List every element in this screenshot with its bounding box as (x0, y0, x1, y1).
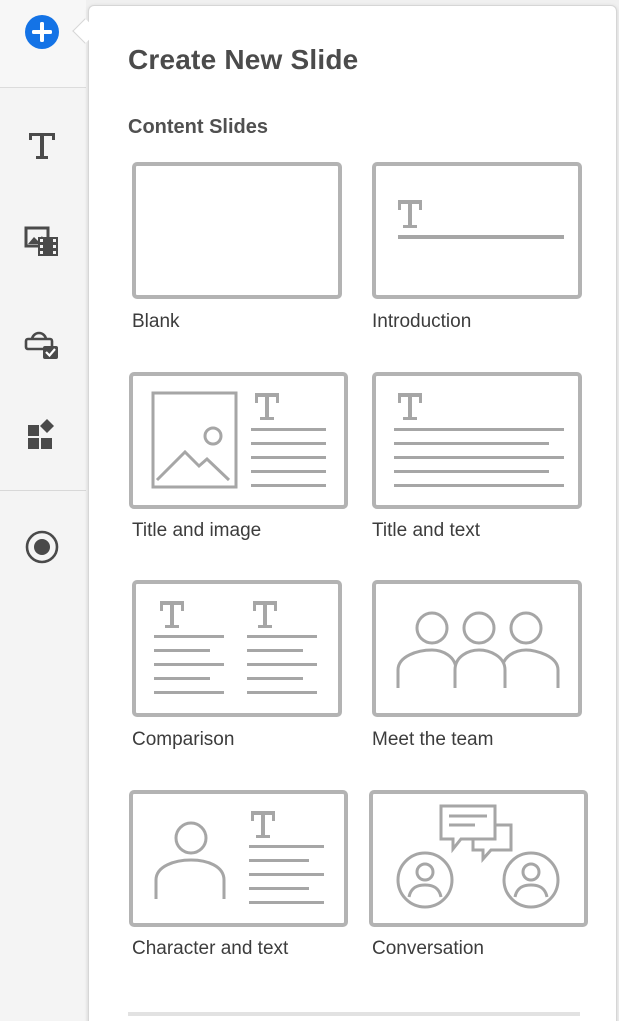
template-meet-the-team[interactable] (372, 580, 582, 717)
interaction-tool-button[interactable] (21, 322, 63, 364)
template-label: Introduction (372, 311, 472, 332)
template-label: Blank (132, 311, 180, 332)
widgets-tool-button[interactable] (21, 413, 63, 455)
text-tool-button[interactable] (21, 124, 63, 166)
template-introduction[interactable] (372, 162, 582, 299)
template-title-and-image[interactable] (129, 372, 348, 509)
rail-divider (0, 490, 86, 491)
template-comparison[interactable] (132, 580, 342, 717)
template-label: Character and text (132, 938, 289, 959)
introduction-thumbnail (398, 200, 564, 239)
record-button[interactable] (21, 526, 63, 568)
meet-the-team-thumbnail (396, 611, 560, 688)
add-circle-icon (25, 15, 59, 49)
media-tool-button[interactable] (21, 220, 63, 262)
template-blank[interactable] (132, 162, 342, 299)
widgets-icon (28, 419, 54, 449)
template-conversation[interactable] (369, 790, 588, 927)
panel-bottom-divider (128, 1012, 580, 1016)
template-label: Title and text (372, 520, 481, 541)
section-title: Content Slides (128, 116, 269, 138)
text-icon (29, 133, 55, 159)
title-and-text-thumbnail (394, 393, 564, 487)
template-title-and-text[interactable] (372, 372, 582, 509)
template-label: Meet the team (372, 729, 494, 750)
template-label: Title and image (132, 520, 262, 541)
interaction-icon (24, 331, 58, 359)
template-label: Conversation (372, 938, 484, 959)
template-label: Comparison (132, 729, 235, 750)
character-and-text-thumbnail (154, 811, 324, 904)
panel-title: Create New Slide (128, 44, 359, 75)
comparison-thumbnail (154, 601, 317, 694)
tool-rail (0, 0, 86, 1021)
template-character-and-text[interactable] (129, 790, 348, 927)
record-icon (25, 530, 59, 564)
title-and-image-thumbnail (151, 391, 326, 489)
add-slide-button[interactable] (21, 11, 63, 53)
conversation-thumbnail (396, 804, 560, 909)
media-icon (24, 226, 58, 256)
